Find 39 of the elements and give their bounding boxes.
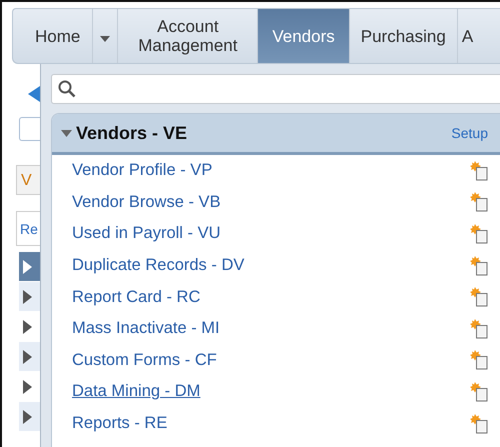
menu-link[interactable]: Mass Inactivate - MI — [72, 319, 220, 338]
nav-tab[interactable]: Home — [13, 9, 94, 63]
caret-icon — [100, 36, 110, 42]
expand-arrow-icon — [23, 260, 32, 274]
menu-link[interactable]: Report Card - RC — [72, 288, 200, 307]
menu-link[interactable]: Duplicate Records - DV — [72, 256, 244, 276]
list-row[interactable] — [19, 252, 40, 281]
expand-arrow-icon — [23, 320, 32, 334]
nav-tab[interactable]: Purchasing — [350, 9, 458, 63]
add-favorite-icon[interactable] — [470, 350, 488, 370]
menu-link[interactable]: Reports - RE — [72, 414, 168, 434]
add-favorite-icon[interactable] — [470, 224, 488, 244]
expand-arrow-icon — [23, 410, 32, 424]
menu-link[interactable]: Data Mining - DM — [72, 382, 200, 402]
add-favorite-icon[interactable] — [470, 318, 488, 339]
search-field[interactable] — [51, 74, 500, 104]
menu-link[interactable]: Custom Forms - CF — [72, 350, 217, 370]
add-favorite-icon[interactable] — [470, 287, 488, 308]
menu-link[interactable]: Vendor Profile - VP — [72, 161, 212, 180]
setup-link[interactable]: Setup — [451, 125, 488, 141]
expand-arrow-icon — [23, 350, 32, 364]
expand-arrow-icon — [23, 380, 32, 394]
add-favorite-icon[interactable] — [470, 414, 488, 434]
menu-title: Vendors - VE — [76, 122, 188, 144]
nav-tab[interactable]: Vendors — [258, 9, 350, 63]
collapse-arrow-icon[interactable] — [28, 86, 40, 102]
list-row[interactable] — [19, 402, 40, 431]
caret-icon[interactable] — [61, 130, 72, 136]
search-icon — [58, 80, 76, 98]
list-row[interactable] — [19, 282, 40, 311]
list-row[interactable] — [19, 342, 40, 371]
nav-tab[interactable]: A — [458, 9, 478, 63]
expand-arrow-icon — [23, 290, 32, 304]
menu-link[interactable]: Vendor Browse - VB — [72, 192, 221, 212]
menu-link[interactable]: Used in Payroll - VU — [72, 224, 221, 244]
add-favorite-icon[interactable] — [470, 382, 488, 402]
add-favorite-icon[interactable] — [470, 192, 488, 212]
add-favorite-icon[interactable] — [470, 256, 488, 276]
add-favorite-icon[interactable] — [470, 160, 488, 181]
